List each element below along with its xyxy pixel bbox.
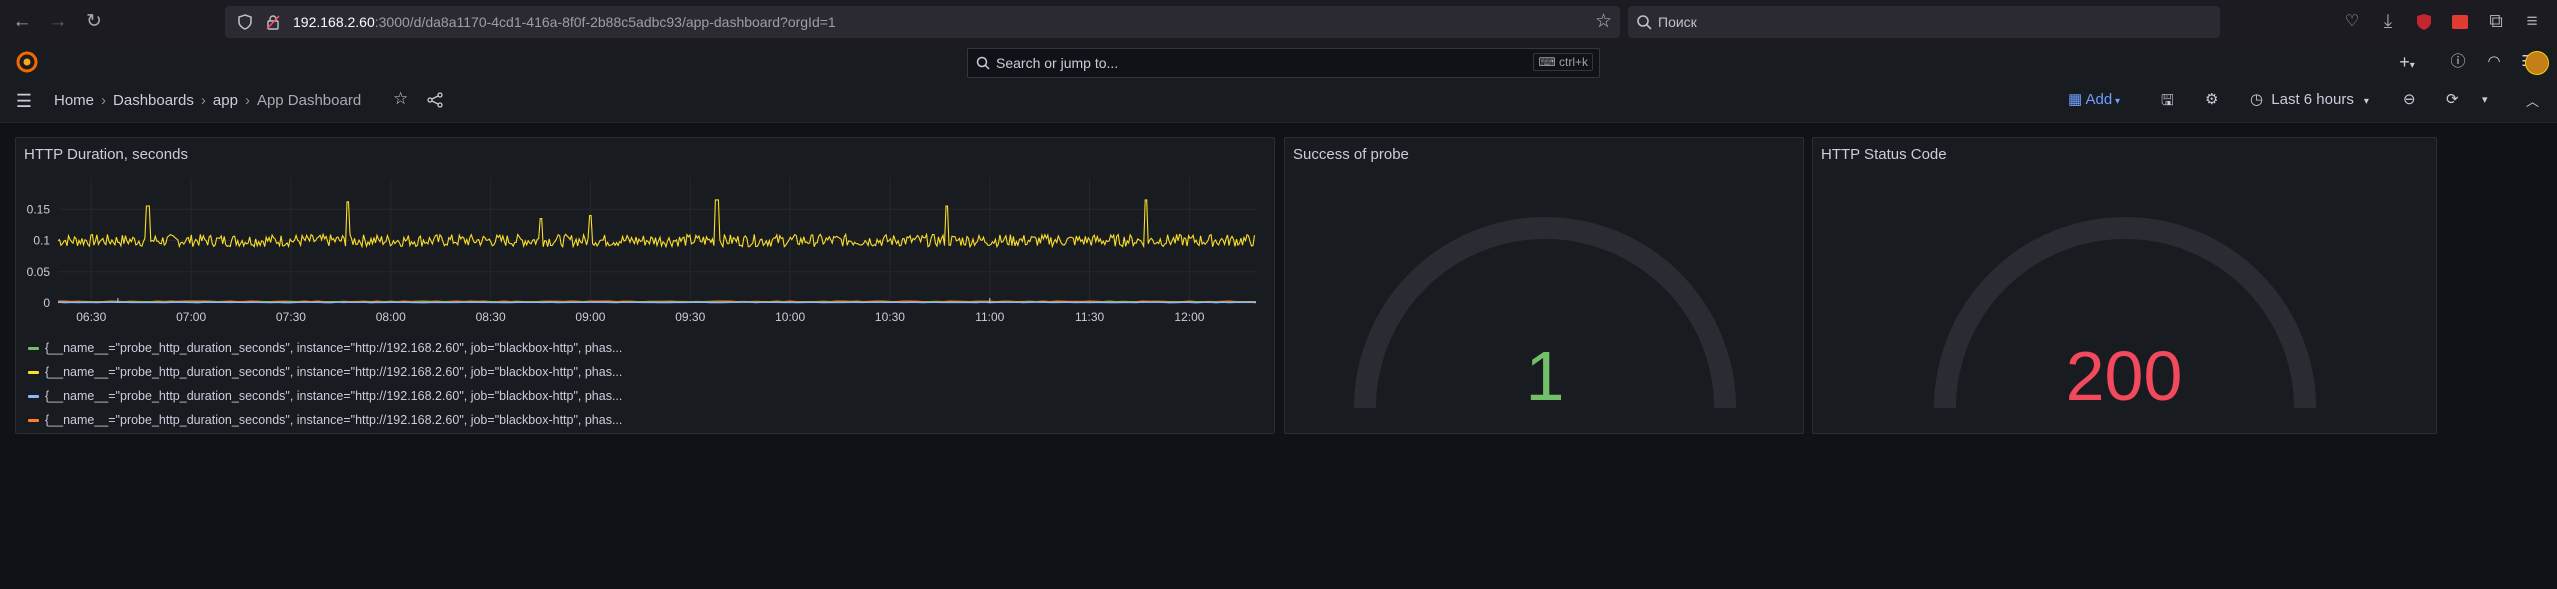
breadcrumb-separator-icon: ›: [244, 92, 250, 109]
series-line-yellow: [57, 199, 1256, 249]
legend-label: {__name__="probe_http_duration_seconds",…: [45, 413, 623, 427]
clock-icon: ◷: [2250, 91, 2268, 108]
y-tick-label: 0.05: [27, 265, 51, 279]
avatar[interactable]: [2525, 51, 2549, 75]
settings-gear-icon[interactable]: ⚙: [2205, 90, 2218, 108]
shield-icon[interactable]: [237, 14, 253, 30]
time-range-label: Last 6 hours: [2271, 91, 2354, 108]
panel-title: Success of probe: [1293, 146, 1409, 163]
legend-item[interactable]: {__name__="probe_http_duration_seconds",…: [28, 365, 622, 379]
breadcrumb-dashboards[interactable]: Dashboards: [113, 92, 194, 109]
forward-icon[interactable]: →: [46, 10, 70, 34]
x-tick-label: 09:30: [675, 310, 705, 324]
legend-label: {__name__="probe_http_duration_seconds",…: [45, 389, 623, 403]
x-tick-label: 10:30: [875, 310, 905, 324]
extensions-icon[interactable]: ⧉: [2484, 10, 2508, 34]
search-icon: [1637, 15, 1652, 30]
time-range-picker[interactable]: ◷ Last 6 hours ▾: [2250, 90, 2369, 108]
refresh-icon[interactable]: ⟳: [2446, 90, 2459, 108]
legend-swatch: [28, 395, 39, 399]
breadcrumb-home[interactable]: Home: [54, 92, 94, 109]
keyboard-icon: ⌨: [1538, 55, 1559, 69]
legend-label: {__name__="probe_http_duration_seconds",…: [45, 365, 623, 379]
breadcrumb-separator-icon: ›: [101, 92, 107, 109]
search-icon: [976, 56, 990, 70]
extension-red-icon[interactable]: [2448, 10, 2472, 34]
download-icon[interactable]: ⤓: [2376, 10, 2400, 34]
x-tick-label: 11:30: [1075, 310, 1104, 324]
back-icon[interactable]: ←: [10, 10, 34, 34]
menu-icon[interactable]: ≡: [2520, 10, 2544, 34]
breadcrumb-separator-icon: ›: [200, 92, 206, 109]
breadcrumb-folder[interactable]: app: [213, 92, 238, 109]
url-path: :3000/d/da8a1170-4cd1-416a-8f0f-2b88c5ad…: [374, 14, 836, 30]
plus-icon: +: [2399, 52, 2410, 72]
refresh-interval-chevron-icon[interactable]: ▾: [2482, 93, 2488, 106]
duration-chart[interactable]: 0 0.05 0.1 0.15 06:30 07:00 07:30 08:00 08:30 09:…: [16, 168, 1274, 358]
add-panel-icon: ▦: [2068, 91, 2086, 108]
collapse-chevron-up-icon[interactable]: ︿: [2526, 91, 2539, 110]
ublock-icon[interactable]: [2412, 10, 2436, 34]
new-dropdown-button[interactable]: +▾: [2390, 52, 2424, 72]
legend-item[interactable]: {__name__="probe_http_duration_seconds",…: [28, 389, 622, 403]
browser-search-bar[interactable]: Поиск: [1628, 6, 2220, 38]
breadcrumb: Home › Dashboards › app › App Dashboard: [54, 92, 361, 109]
grafana-topbar: Search or jump to... ⌨ ctrl+k +▾ ⓘ ◠ ☰: [0, 44, 2557, 81]
keyboard-shortcut-badge: ⌨ ctrl+k: [1533, 53, 1593, 71]
share-icon[interactable]: [427, 90, 443, 112]
x-tick-label: 10:00: [775, 310, 805, 324]
add-button[interactable]: ▦ Add ▾: [2068, 90, 2120, 108]
help-icon[interactable]: ⓘ: [2448, 52, 2468, 72]
panel-http-status-code[interactable]: HTTP Status Code 200: [1812, 137, 2437, 434]
zoom-out-icon[interactable]: ⊖: [2403, 90, 2416, 108]
panel-success-of-probe[interactable]: Success of probe 1: [1284, 137, 1804, 434]
x-tick-label: 11:00: [975, 310, 1004, 324]
reload-icon[interactable]: ↻: [82, 10, 106, 34]
favorite-star-icon[interactable]: ☆: [393, 89, 408, 109]
x-tick-label: 06:30: [76, 310, 106, 324]
browser-search-placeholder: Поиск: [1658, 14, 1697, 30]
x-tick-label: 12:00: [1174, 310, 1204, 324]
panel-http-duration[interactable]: HTTP Duration, seconds 0 0.05 0.1 0.15 06:30…: [15, 137, 1275, 434]
legend-item[interactable]: {__name__="probe_http_duration_seconds",…: [28, 341, 622, 355]
y-tick-label: 0: [43, 296, 50, 310]
news-rss-icon[interactable]: ◠: [2484, 52, 2504, 72]
x-tick-label: 09:00: [575, 310, 605, 324]
legend-swatch: [28, 371, 39, 375]
address-bar[interactable]: 192.168.2.60:3000/d/da8a1170-4cd1-416a-8…: [225, 6, 1620, 38]
x-tick-label: 07:30: [276, 310, 306, 324]
shortcut-label: ctrl+k: [1558, 55, 1588, 69]
url-text: 192.168.2.60:3000/d/da8a1170-4cd1-416a-8…: [293, 14, 836, 30]
x-tick-label: 08:30: [476, 310, 506, 324]
x-tick-label: 07:00: [176, 310, 206, 324]
x-tick-label: 08:00: [376, 310, 406, 324]
chevron-down-icon: ▾: [2112, 96, 2121, 107]
page-title: App Dashboard: [256, 92, 362, 109]
gauge-value: 1: [1525, 337, 1565, 415]
legend-swatch: [28, 347, 39, 351]
grafana-search-input[interactable]: Search or jump to... ⌨ ctrl+k: [967, 48, 1600, 78]
lock-warning-icon[interactable]: [265, 14, 281, 30]
y-tick-label: 0.1: [33, 234, 50, 248]
browser-toolbar: ← → ↻ 192.168.2.60:3000/d/da8a1170-4cd1-…: [0, 0, 2557, 45]
add-label: Add: [2085, 91, 2113, 108]
chevron-down-icon: ▾: [2409, 60, 2415, 71]
gauge-value: 200: [2065, 337, 2183, 415]
y-tick-label: 0.15: [27, 202, 51, 216]
series-line-3: [57, 301, 1257, 304]
grafana-search-placeholder: Search or jump to...: [996, 55, 1119, 71]
panel-title: HTTP Duration, seconds: [24, 146, 188, 163]
panel-title: HTTP Status Code: [1821, 146, 1947, 163]
hamburger-menu-icon[interactable]: ☰: [14, 91, 34, 111]
chevron-down-icon: ▾: [2363, 96, 2369, 107]
legend-item[interactable]: {__name__="probe_http_duration_seconds",…: [28, 413, 622, 427]
dashboard-navbar: ☰ Home › Dashboards › app › App Dashboard ☆ ▦ …: [0, 80, 2557, 123]
bookmark-star-icon[interactable]: ☆: [1595, 10, 1612, 33]
legend-swatch: [28, 419, 39, 423]
pocket-icon[interactable]: ♡: [2340, 10, 2364, 34]
url-host: 192.168.2.60: [293, 14, 375, 30]
grafana-logo-icon[interactable]: [14, 50, 40, 74]
legend-label: {__name__="probe_http_duration_seconds",…: [45, 341, 623, 355]
save-dashboard-icon[interactable]: 🖫: [2161, 90, 2174, 115]
